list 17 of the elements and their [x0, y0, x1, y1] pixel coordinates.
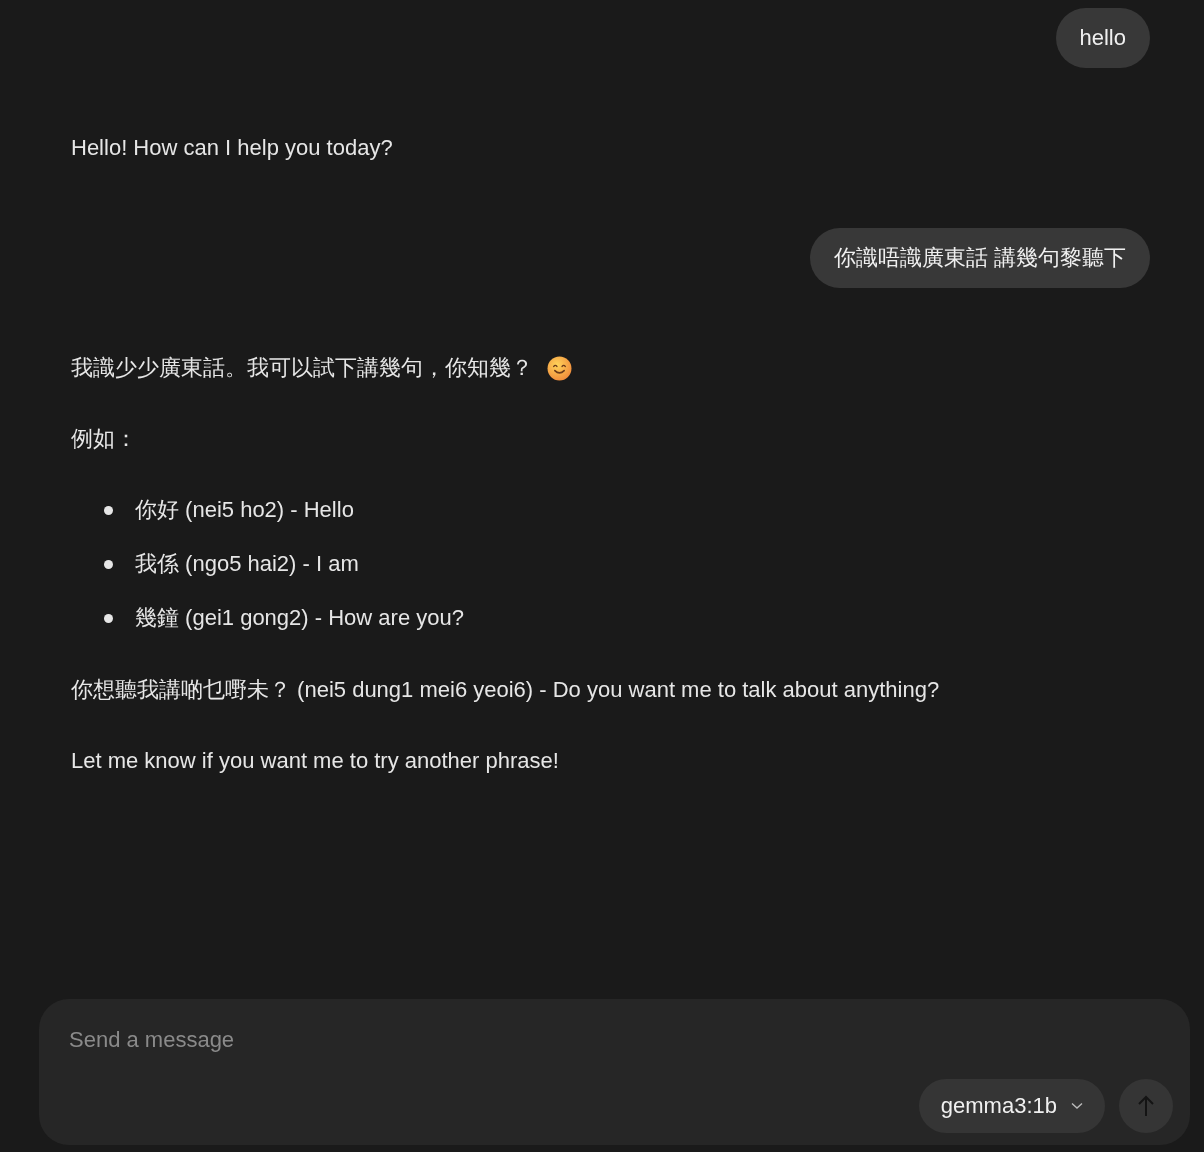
message-input-field[interactable]: Send a message: [67, 1025, 771, 1055]
list-item-text: 你好 (nei5 ho2) - Hello: [135, 496, 354, 524]
bullet-icon: [104, 505, 113, 515]
list-item-text: 我係 (ngo5 hai2) - I am: [135, 550, 359, 578]
up-arrow-icon: [1137, 1095, 1155, 1117]
message-text: Let me know if you want me to try another phrase!: [71, 747, 559, 775]
message-text: 我識少少廣東話。我可以試下講幾句，你知幾？: [71, 354, 533, 382]
bullet-icon: [104, 559, 113, 569]
model-selector[interactable]: gemma3:1b: [918, 1079, 1105, 1133]
bullet-icon: [104, 613, 113, 623]
user-message-bubble: 你識唔識廣東話 講幾句黎聽下: [809, 228, 1150, 288]
caret-icon: [1071, 1102, 1083, 1110]
message-text: Hello! How can I help you today?: [71, 134, 393, 162]
list-item-text: 幾鐘 (gei1 gong2) - How are you?: [135, 604, 464, 632]
user-message-bubble: hello: [1055, 8, 1150, 68]
message-text: 你想聽我講啲乜嘢未？ (nei5 dung1 mei6 yeoi6) - Do you want me to talk about anything?: [71, 676, 940, 704]
message-text: 例如：: [71, 425, 137, 453]
